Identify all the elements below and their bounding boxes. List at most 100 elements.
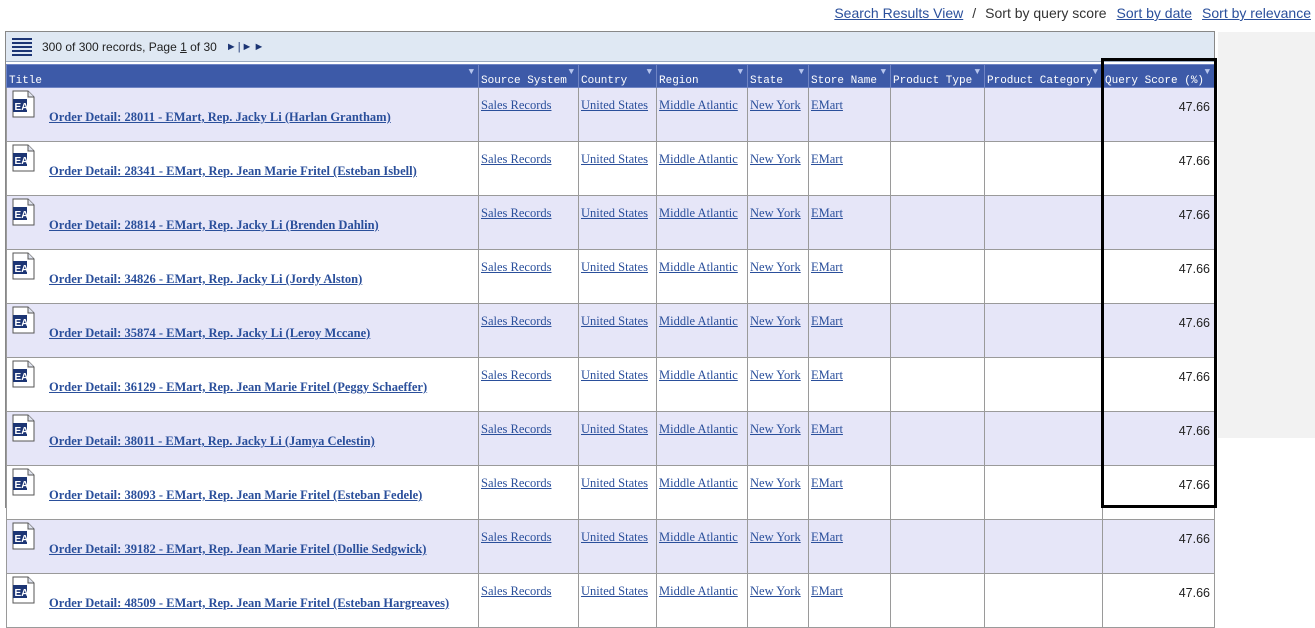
state-link[interactable]: New York [750,422,801,436]
country-link[interactable]: United States [581,368,648,382]
order-title-link[interactable]: Order Detail: 28011 - EMart, Rep. Jacky … [49,110,391,125]
region-link[interactable]: Middle Atlantic [659,152,738,166]
region-link[interactable]: Middle Atlantic [659,584,738,598]
country-link[interactable]: United States [581,206,648,220]
document-icon[interactable]: EA [10,198,36,226]
column-header-query-score[interactable]: Query Score (%) ▼ [1102,64,1215,88]
state-link[interactable]: New York [750,476,801,490]
order-title-link[interactable]: Order Detail: 28341 - EMart, Rep. Jean M… [49,164,417,179]
document-icon[interactable]: EA [10,90,36,118]
region-link[interactable]: Middle Atlantic [659,368,738,382]
order-title-link[interactable]: Order Detail: 38011 - EMart, Rep. Jacky … [49,434,375,449]
document-icon[interactable]: EA [10,144,36,172]
store-name-link[interactable]: EMart [811,584,843,598]
country-link[interactable]: United States [581,530,648,544]
title-cell: EA Order Detail: 34826 - EMart, Rep. Jac… [6,249,479,304]
sort-arrow-icon[interactable]: ▼ [469,67,474,77]
column-header-source-system[interactable]: Source System ▼ [478,64,579,88]
country-link[interactable]: United States [581,476,648,490]
region-link[interactable]: Middle Atlantic [659,530,738,544]
column-header-region[interactable]: Region ▼ [656,64,748,88]
document-icon[interactable]: EA [10,252,36,280]
state-link[interactable]: New York [750,206,801,220]
sort-arrow-icon[interactable]: ▼ [881,67,886,77]
state-link[interactable]: New York [750,584,801,598]
sort-arrow-icon[interactable]: ▼ [975,67,980,77]
state-link[interactable]: New York [750,530,801,544]
source-system-link[interactable]: Sales Records [481,314,551,328]
document-icon[interactable]: EA [10,522,36,550]
order-title-link[interactable]: Order Detail: 39182 - EMart, Rep. Jean M… [49,542,426,557]
document-icon[interactable]: EA [10,360,36,388]
store-name-link[interactable]: EMart [811,314,843,328]
region-link[interactable]: Middle Atlantic [659,314,738,328]
store-name-link[interactable]: EMart [811,260,843,274]
source-system-link[interactable]: Sales Records [481,98,551,112]
country-link[interactable]: United States [581,584,648,598]
document-icon[interactable]: EA [10,576,36,604]
current-sort-label: Sort by query score [985,5,1107,21]
search-results-view-link[interactable]: Search Results View [834,5,963,21]
sort-arrow-icon[interactable]: ▼ [1205,67,1210,77]
state-link[interactable]: New York [750,368,801,382]
state-link[interactable]: New York [750,314,801,328]
country-link[interactable]: United States [581,98,648,112]
order-title-link[interactable]: Order Detail: 35874 - EMart, Rep. Jacky … [49,326,370,341]
region-cell: Middle Atlantic [656,573,748,628]
sort-arrow-icon[interactable]: ▼ [738,67,743,77]
order-title-link[interactable]: Order Detail: 38093 - EMart, Rep. Jean M… [49,488,422,503]
source-system-link[interactable]: Sales Records [481,422,551,436]
next-last-page-buttons[interactable]: ►|►► [226,41,266,53]
region-link[interactable]: Middle Atlantic [659,206,738,220]
sort-by-relevance-link[interactable]: Sort by relevance [1202,5,1311,21]
country-link[interactable]: United States [581,260,648,274]
list-view-icon[interactable] [12,37,32,56]
sort-arrow-icon[interactable]: ▼ [647,67,652,77]
current-page-link[interactable]: 1 [180,40,187,54]
source-system-link[interactable]: Sales Records [481,368,551,382]
source-system-link[interactable]: Sales Records [481,584,551,598]
source-system-link[interactable]: Sales Records [481,530,551,544]
store-name-link[interactable]: EMart [811,422,843,436]
region-link[interactable]: Middle Atlantic [659,98,738,112]
product-type-cell [890,303,985,358]
store-name-link[interactable]: EMart [811,206,843,220]
order-title-link[interactable]: Order Detail: 34826 - EMart, Rep. Jacky … [49,272,362,287]
order-title-link[interactable]: Order Detail: 36129 - EMart, Rep. Jean M… [49,380,427,395]
store-name-link[interactable]: EMart [811,476,843,490]
state-link[interactable]: New York [750,260,801,274]
source-system-link[interactable]: Sales Records [481,152,551,166]
document-icon[interactable]: EA [10,306,36,334]
document-icon[interactable]: EA [10,468,36,496]
sort-by-date-link[interactable]: Sort by date [1117,5,1193,21]
store-name-link[interactable]: EMart [811,530,843,544]
region-link[interactable]: Middle Atlantic [659,422,738,436]
order-title-link[interactable]: Order Detail: 28814 - EMart, Rep. Jacky … [49,218,379,233]
store-name-link[interactable]: EMart [811,152,843,166]
document-icon[interactable]: EA [10,414,36,442]
state-link[interactable]: New York [750,98,801,112]
column-header-product-type[interactable]: Product Type ▼ [890,64,985,88]
store-name-link[interactable]: EMart [811,98,843,112]
country-link[interactable]: United States [581,314,648,328]
column-header-title[interactable]: Title ▼ [6,64,479,88]
sort-arrow-icon[interactable]: ▼ [799,67,804,77]
sort-arrow-icon[interactable]: ▼ [1093,67,1098,77]
source-system-link[interactable]: Sales Records [481,260,551,274]
region-link[interactable]: Middle Atlantic [659,476,738,490]
source-system-link[interactable]: Sales Records [481,476,551,490]
column-header-product-category[interactable]: Product Category ▼ [984,64,1103,88]
region-link[interactable]: Middle Atlantic [659,260,738,274]
order-title-link[interactable]: Order Detail: 48509 - EMart, Rep. Jean M… [49,596,449,611]
column-header-store-name[interactable]: Store Name ▼ [808,64,891,88]
column-header-country[interactable]: Country ▼ [578,64,657,88]
region-cell: Middle Atlantic [656,465,748,520]
store-name-link[interactable]: EMart [811,368,843,382]
column-header-state[interactable]: State ▼ [747,64,809,88]
table-row: EA Order Detail: 35874 - EMart, Rep. Jac… [6,303,1215,358]
state-link[interactable]: New York [750,152,801,166]
country-link[interactable]: United States [581,422,648,436]
source-system-link[interactable]: Sales Records [481,206,551,220]
sort-arrow-icon[interactable]: ▼ [569,67,574,77]
country-link[interactable]: United States [581,152,648,166]
